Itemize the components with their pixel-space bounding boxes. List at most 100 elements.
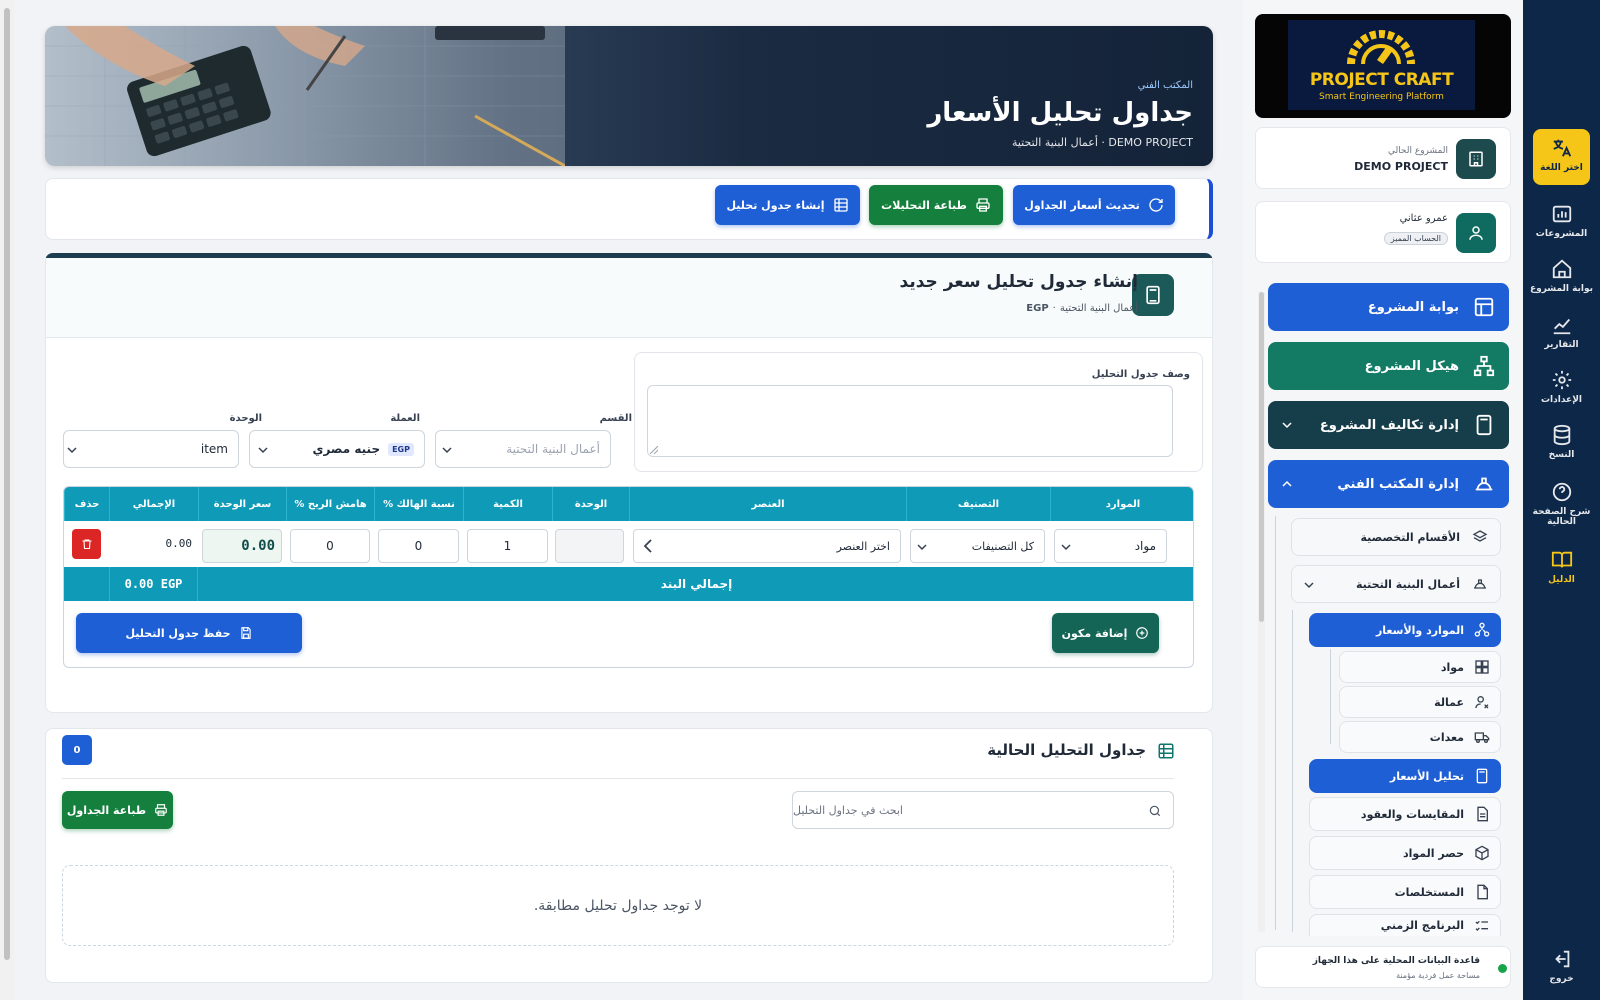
element-value: اختر العنصر: [836, 539, 890, 553]
description-textarea[interactable]: [647, 385, 1173, 457]
nav-technical-office-label: إدارة المكتب الفني: [1337, 476, 1459, 492]
create-analysis-panel: إنشاء جدول تحليل سعر جديد أعمال البنية ا…: [45, 253, 1213, 713]
subtitle-section: أعمال البنية التحتية: [1059, 303, 1138, 314]
rail-guide-label: الدليل: [1548, 575, 1575, 585]
delete-row-button[interactable]: [72, 529, 101, 559]
folder-chart-icon: [1552, 205, 1571, 223]
rail-reports[interactable]: التقارير: [1523, 314, 1600, 350]
nav-resources-prices[interactable]: الموارد والأسعار: [1309, 613, 1501, 647]
section-placeholder: أعمال البنية التحتية: [506, 442, 600, 456]
empty-state: لا توجد جداول تحليل مطابقة.: [62, 865, 1174, 946]
create-panel-title: إنشاء جدول تحليل سعر جديد: [899, 272, 1139, 292]
refresh-prices-label: تحديث أسعار الجداول: [1024, 198, 1140, 212]
print-tables-button[interactable]: طباعة الجداول: [62, 791, 173, 829]
nav-material-takeoff[interactable]: حصر المواد: [1309, 836, 1501, 870]
page-title: جداول تحليل الأسعار: [927, 98, 1193, 128]
gear-icon: [1552, 370, 1571, 390]
unit-select[interactable]: item: [63, 430, 239, 468]
rail-guide[interactable]: الدليل: [1523, 549, 1600, 585]
nav-project-portal[interactable]: بوابة المشروع: [1268, 283, 1509, 331]
quantity-input[interactable]: 1: [467, 529, 548, 563]
plus-circle-icon: [1136, 627, 1149, 639]
sidebar-scrollbar[interactable]: [1258, 292, 1265, 932]
printer-icon: [155, 804, 168, 816]
user-card[interactable]: عمرو عثاني الحساب المميز: [1255, 201, 1511, 263]
hero-breadcrumb[interactable]: المكتب الفني: [1138, 80, 1193, 91]
trending-chart-icon: [1553, 318, 1570, 335]
search-input[interactable]: ابحث في جداول التحليل: [792, 791, 1174, 829]
save-icon: [240, 627, 251, 639]
db-title: قاعدة البيانات المحلية على هذا الجهاز: [1312, 956, 1480, 966]
nav-labor[interactable]: عمالة: [1339, 686, 1501, 718]
rail-projects[interactable]: المشروعات: [1523, 203, 1600, 239]
rail-logout[interactable]: خروج: [1523, 948, 1600, 984]
table-icon: [833, 198, 848, 212]
nav-materials[interactable]: مواد: [1339, 651, 1501, 683]
nav-technical-office[interactable]: إدارة المكتب الفني: [1268, 460, 1509, 508]
nav-price-analysis-label: تحليل الأسعار: [1389, 769, 1464, 783]
category-select[interactable]: كل التصنيفات: [910, 529, 1045, 563]
rail-language[interactable]: اختر اللغة: [1533, 129, 1590, 185]
rail-backup[interactable]: النسخ: [1523, 424, 1600, 460]
resize-handle-icon[interactable]: [650, 446, 658, 454]
nav-cost-management[interactable]: إدارة تكاليف المشروع: [1268, 401, 1509, 449]
rail-projects-label: المشروعات: [1535, 229, 1588, 239]
nav-specialized-sections[interactable]: الأقسام التخصصية: [1291, 518, 1501, 556]
trash-icon: [82, 539, 91, 550]
description-label: وصف جدول التحليل: [1091, 369, 1190, 380]
category-value: كل التصنيفات: [971, 539, 1034, 553]
total-label: إجمالي البند: [660, 577, 733, 591]
total-row: إجمالي البند 0.00 EGP: [64, 567, 1193, 601]
refresh-prices-button[interactable]: تحديث أسعار الجداول: [1013, 185, 1175, 225]
create-analysis-label: إنشاء جدول تحليل: [726, 198, 825, 212]
chevron-down-icon: [442, 447, 452, 454]
sidebar-scrollbar-thumb[interactable]: [1259, 292, 1264, 622]
rail-portal[interactable]: بوابة المشروع: [1523, 258, 1600, 294]
nav-infrastructure-works-label: أعمال البنية التحتية: [1355, 577, 1460, 591]
create-analysis-button[interactable]: إنشاء جدول تحليل: [715, 185, 860, 225]
page-scrollbar[interactable]: [0, 0, 14, 1000]
unit-label: الوحدة: [229, 413, 262, 424]
status-dot: [1498, 964, 1507, 973]
list-title: جداول التحليل الحالية: [987, 741, 1146, 759]
currency-label: العملة: [390, 413, 420, 424]
nav-equipment[interactable]: معدات: [1339, 721, 1501, 753]
add-component-button[interactable]: إضافة مكون: [1052, 613, 1159, 653]
current-project-card[interactable]: المشروع الحالي DEMO PROJECT: [1255, 127, 1511, 189]
unit-price-value: 0.00: [202, 529, 282, 563]
user-name: عمرو عثاني: [1399, 213, 1448, 224]
nav-price-analysis[interactable]: تحليل الأسعار: [1309, 759, 1501, 793]
rail-settings[interactable]: الإعدادات: [1523, 369, 1600, 405]
currency-value: جنيه مصري: [312, 442, 381, 456]
page-scrollbar-thumb[interactable]: [4, 8, 10, 960]
nav-infrastructure-works[interactable]: أعمال البنية التحتية: [1291, 565, 1501, 603]
hierarchy-icon: [1473, 355, 1495, 377]
save-analysis-button[interactable]: حفظ جدول التحليل: [76, 613, 302, 653]
nav-invoices[interactable]: المستخلصات: [1309, 875, 1501, 909]
rail-logout-label: خروج: [1549, 974, 1574, 984]
element-picker[interactable]: اختر العنصر: [633, 529, 901, 563]
brand-logo[interactable]: PROJECT CRAFT Smart Engineering Platform: [1255, 14, 1511, 118]
currency-select[interactable]: EGP جنيه مصري: [249, 430, 425, 468]
rail-help[interactable]: شرح الصفحة الحالية: [1523, 481, 1600, 527]
nav-project-portal-label: بوابة المشروع: [1367, 299, 1459, 315]
nav-schedule[interactable]: البرنامج الزمني: [1309, 914, 1501, 936]
calculator-icon: [1132, 274, 1174, 316]
add-component-label: إضافة مكون: [1061, 626, 1128, 640]
print-analyses-button[interactable]: طباعة التحليلات: [869, 185, 1003, 225]
tree-line-inner: [1292, 610, 1293, 932]
components-table: الموارد التصنيف العنصر الوحدة الكمية نسب…: [63, 486, 1194, 668]
resource-select[interactable]: مواد: [1054, 529, 1167, 563]
header-element: العنصر: [629, 487, 906, 521]
nav-project-structure[interactable]: هيكل المشروع: [1268, 342, 1509, 390]
document-icon: [1477, 806, 1488, 822]
nav-contracts[interactable]: المقايسات والعقود: [1309, 797, 1501, 831]
building-icon: [1456, 139, 1496, 179]
section-select[interactable]: أعمال البنية التحتية: [435, 430, 611, 468]
nav-cost-management-label: إدارة تكاليف المشروع: [1319, 417, 1459, 433]
save-analysis-label: حفظ جدول التحليل: [125, 626, 231, 640]
waste-input[interactable]: 0: [378, 529, 459, 563]
action-toolbar: تحديث أسعار الجداول طباعة التحليلات إنشا…: [45, 178, 1213, 240]
nav-schedule-label: البرنامج الزمني: [1380, 919, 1464, 932]
profit-input[interactable]: 0: [290, 529, 370, 563]
